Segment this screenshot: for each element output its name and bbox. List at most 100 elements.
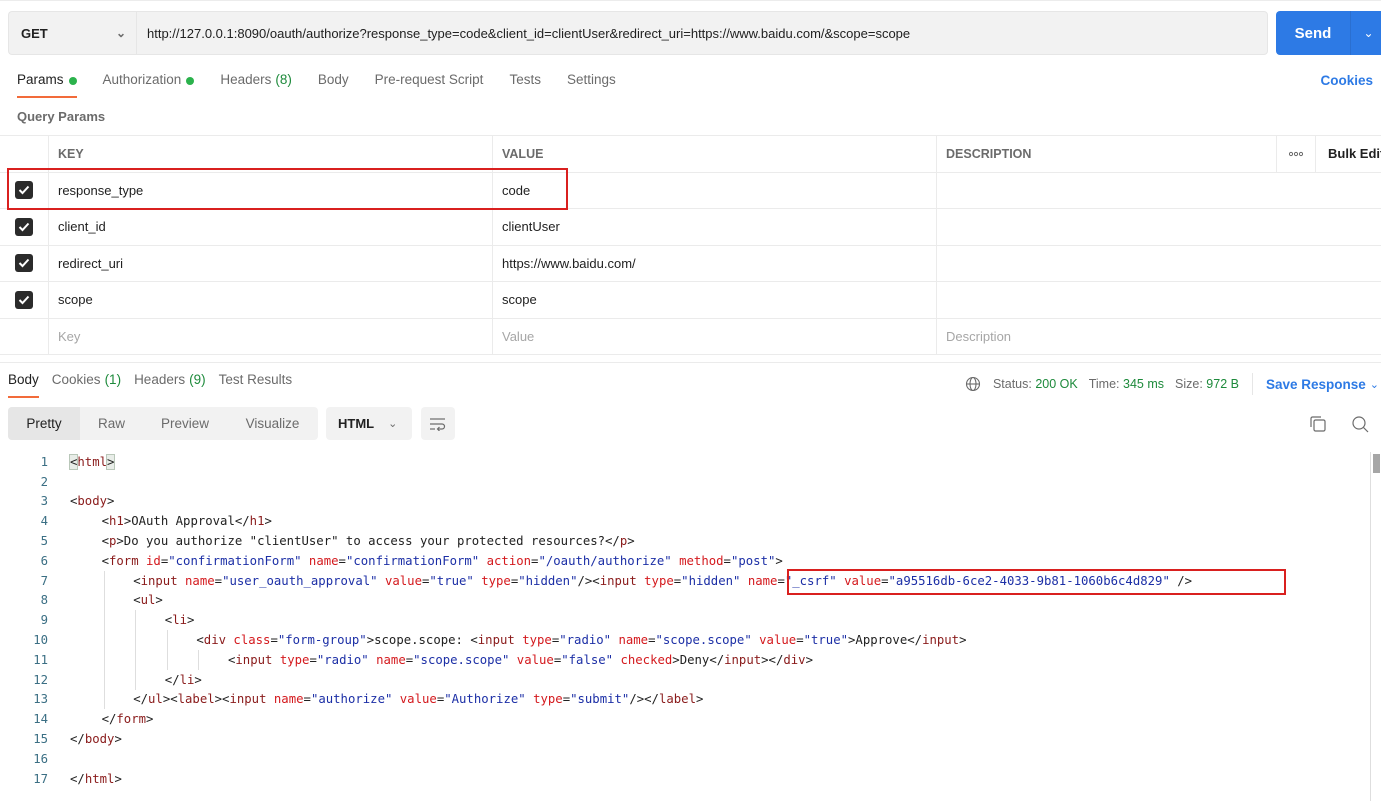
param-value[interactable]: scope (493, 282, 937, 318)
new-value-input[interactable]: Value (493, 318, 937, 354)
code-text: <div class="form-group">scope.scope: <in… (196, 633, 966, 647)
indent-guide (198, 649, 200, 670)
code-token: form (116, 712, 147, 727)
tab-headers[interactable]: Headers (8) (220, 72, 292, 98)
cookies-link[interactable]: Cookies (1320, 73, 1373, 88)
code-token: type (522, 633, 552, 648)
code-token: ul (148, 692, 163, 707)
more-options-icon[interactable] (1277, 136, 1316, 172)
response-tab-test-results[interactable]: Test Results (219, 372, 293, 398)
status-readout[interactable]: Status: 200 OK (993, 377, 1078, 391)
view-preview-button[interactable]: Preview (143, 407, 227, 440)
tab-params[interactable]: Params (17, 72, 77, 98)
param-description[interactable] (937, 209, 1381, 245)
size-readout[interactable]: Size: 972 B (1175, 377, 1239, 391)
tab-tests[interactable]: Tests (509, 72, 541, 98)
code-text: <p>Do you authorize "clientUser" to acce… (102, 534, 635, 548)
code-scrollbar[interactable] (1370, 452, 1381, 801)
time-readout[interactable]: Time: 345 ms (1089, 377, 1164, 391)
code-text: <ul> (133, 593, 163, 607)
param-value[interactable]: clientUser (493, 209, 937, 245)
code-token: name (273, 692, 304, 707)
code-token: name (747, 573, 778, 588)
param-description[interactable] (937, 282, 1381, 318)
send-options-chevron-icon[interactable]: ⌄ (1350, 11, 1381, 55)
param-key[interactable]: scope (49, 282, 493, 318)
view-pretty-button[interactable]: Pretty (8, 407, 80, 440)
tab-settings[interactable]: Settings (567, 72, 616, 98)
code-token: >scope.scope: < (366, 633, 478, 648)
wrap-icon (430, 417, 446, 431)
line-number: 8 (40, 593, 48, 608)
code-line: 3 <body> (0, 492, 1370, 512)
response-tab-body[interactable]: Body (8, 372, 39, 398)
language-select[interactable]: HTML ⌄ (326, 407, 412, 440)
indent-guide (103, 649, 105, 670)
code-token: = (881, 573, 889, 588)
tab-pre-request-script[interactable]: Pre-request Script (375, 72, 484, 98)
response-tab-cookies[interactable]: Cookies (1) (52, 372, 121, 398)
scrollbar-thumb[interactable] (1373, 454, 1380, 473)
status-dot-icon (186, 77, 195, 85)
response-meta: Status: 200 OK Time: 345 ms Size: 972 B … (965, 373, 1381, 395)
view-mode-segmented: Pretty Raw Preview Visualize (8, 407, 318, 440)
view-raw-button[interactable]: Raw (80, 407, 143, 440)
tab-label: Body (8, 372, 39, 387)
param-checkbox[interactable] (15, 181, 33, 200)
header-value: VALUE (493, 136, 937, 172)
param-key[interactable]: response_type (49, 172, 493, 208)
table-row: scope scope (0, 282, 1381, 319)
new-key-input[interactable]: Key (49, 318, 493, 354)
param-checkbox[interactable] (15, 254, 33, 273)
code-token: > (187, 613, 195, 628)
response-tab-headers[interactable]: Headers (9) (134, 372, 206, 398)
new-description-input[interactable]: Description (937, 319, 1381, 355)
code-token: ></ (761, 652, 784, 667)
send-button[interactable]: Send ⌄ (1276, 11, 1381, 55)
line-number: 4 (40, 514, 48, 529)
line-number: 16 (33, 751, 48, 766)
search-icon[interactable] (1351, 415, 1369, 436)
code-token: "/oauth/authorize" (538, 553, 672, 568)
response-body-code[interactable]: 1 <html> 2 3 <body> 4 <h1>OAuth Approval</h1> 5… (0, 452, 1370, 789)
tab-authorization[interactable]: Authorization (103, 72, 195, 98)
code-token: > (155, 593, 163, 608)
tab-label: Params (17, 72, 64, 87)
save-response-button[interactable]: Save Response (1266, 377, 1366, 392)
param-value[interactable]: code (493, 172, 937, 208)
code-token: "true" (803, 633, 849, 648)
bracket-match: > (105, 453, 116, 470)
copy-icon[interactable] (1309, 415, 1327, 436)
table-row: response_type code (0, 172, 1381, 209)
url-input[interactable]: http://127.0.0.1:8090/oauth/authorize?re… (136, 11, 1268, 55)
wrap-lines-button[interactable] (421, 407, 455, 440)
param-checkbox[interactable] (15, 217, 33, 236)
tab-body[interactable]: Body (318, 72, 349, 98)
code-token: input (724, 652, 762, 667)
param-description[interactable] (937, 173, 1381, 209)
param-key[interactable]: client_id (49, 209, 493, 245)
code-text: <html> (68, 453, 116, 470)
method-select[interactable]: GET ⌄ (8, 11, 136, 55)
code-token: "radio" (316, 652, 369, 667)
chevron-down-icon[interactable]: ⌄ (1370, 378, 1379, 391)
param-checkbox[interactable] (15, 290, 33, 309)
code-token: type (533, 692, 563, 707)
view-visualize-button[interactable]: Visualize (227, 407, 318, 440)
param-key[interactable]: redirect_uri (49, 245, 493, 281)
code-token: body (77, 494, 108, 509)
table-header: KEY VALUE DESCRIPTION Bulk Edit (0, 136, 1381, 173)
code-token: > (194, 672, 202, 687)
param-value[interactable]: https://www.baidu.com/ (493, 245, 937, 281)
param-description[interactable] (937, 246, 1381, 282)
code-token: < (101, 514, 109, 529)
code-token: >Approve</ (848, 633, 923, 648)
globe-icon[interactable] (965, 376, 981, 392)
bulk-edit-button[interactable]: Bulk Edit (1316, 136, 1381, 172)
code-token: "authorize" (310, 692, 393, 707)
